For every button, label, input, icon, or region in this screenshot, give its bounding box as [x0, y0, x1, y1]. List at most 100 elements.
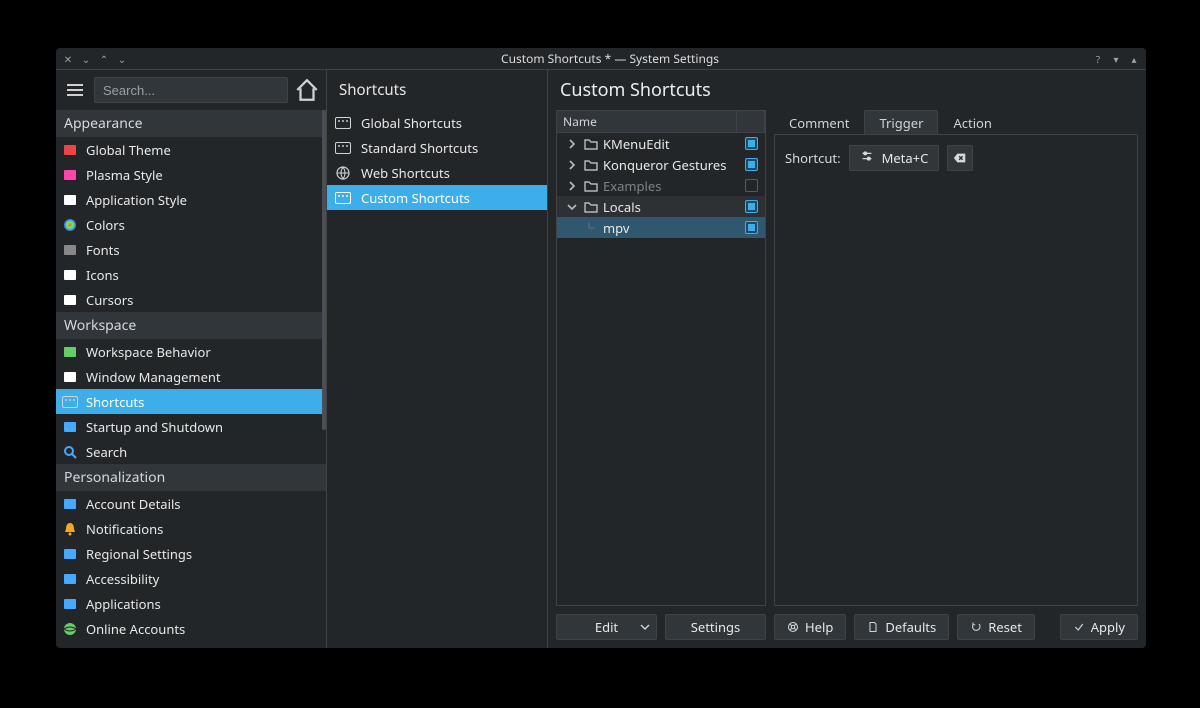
maximize-icon[interactable]: ▴ [1128, 53, 1140, 65]
sidebar-item-shortcuts[interactable]: Shortcuts [56, 389, 326, 414]
subcategory-item-label: Standard Shortcuts [361, 139, 478, 157]
sidebar-item-label: Colors [86, 216, 125, 234]
sidebar-item-label: Account Details [86, 495, 181, 513]
tabs: CommentTriggerAction [774, 110, 1138, 134]
subcategory-item-web-shortcuts[interactable]: Web Shortcuts [327, 160, 547, 185]
chevron-down-icon [640, 618, 650, 636]
tree-header: Name [557, 111, 765, 133]
workspace-behavior-icon [62, 344, 78, 360]
edit-combo[interactable]: Edit [556, 614, 657, 640]
apply-button-label: Apply [1091, 618, 1125, 636]
tree-row-examples[interactable]: Examples [557, 175, 765, 196]
defaults-button-label: Defaults [885, 618, 936, 636]
sidebar-item-label: Window Management [86, 368, 221, 386]
app-style-icon [62, 192, 78, 208]
sidebar-item-label: Regional Settings [86, 545, 192, 563]
sidebar-item-search[interactable]: Search [56, 439, 326, 464]
tab-action[interactable]: Action [938, 110, 1007, 134]
sidebar-item-plasma-style[interactable]: Plasma Style [56, 162, 326, 187]
sidebar-item-user-feedback[interactable]: User Feedback [56, 641, 326, 648]
sidebar-item-label: Accessibility [86, 570, 159, 588]
shade-down-icon[interactable]: ⌄ [80, 53, 92, 65]
sidebar-body: AppearanceGlobal ThemePlasma Style Applic… [56, 110, 326, 648]
reset-button[interactable]: Reset [957, 614, 1035, 640]
sidebar-item-startup-and-shutdown[interactable]: Startup and Shutdown [56, 414, 326, 439]
titlebar-left-controls: ✕ ⌄ ⌃ ⌄ [56, 53, 128, 65]
help-button[interactable]: Help [774, 614, 846, 640]
help-icon[interactable]: ? [1092, 53, 1104, 65]
subcategory-column: Shortcuts Global ShortcutsStandard Short… [327, 70, 548, 648]
home-icon[interactable] [294, 77, 320, 103]
sidebar-item-label: Icons [86, 266, 119, 284]
sidebar-item-cursors[interactable]: Cursors [56, 287, 326, 312]
sidebar-group-appearance: Appearance [56, 110, 326, 137]
enabled-checkbox[interactable] [745, 158, 758, 171]
sidebar-scrollbar[interactable] [322, 110, 326, 648]
tree-row-kmenuedit[interactable]: KMenuEdit [557, 133, 765, 154]
shade-up-icon[interactable]: ⌃ [98, 53, 110, 65]
enabled-checkbox[interactable] [745, 200, 758, 213]
folder-icon [583, 178, 599, 194]
sidebar-item-label: Fonts [86, 241, 120, 259]
window-title: Custom Shortcuts * — System Settings [128, 48, 1092, 70]
sidebar-item-label: Shortcuts [86, 393, 144, 411]
minimize-icon[interactable]: ▾ [1110, 53, 1122, 65]
shortcut-row: Shortcut: Meta+C [785, 145, 1127, 171]
sliders-icon [860, 149, 874, 167]
sidebar-item-applications[interactable]: Applications [56, 591, 326, 616]
chevron-right-icon[interactable] [565, 160, 579, 170]
folder-icon [583, 157, 599, 173]
tree-row-label: KMenuEdit [603, 135, 670, 153]
subcategory-item-custom-shortcuts[interactable]: Custom Shortcuts [327, 185, 547, 210]
sidebar-item-global-theme[interactable]: Global Theme [56, 137, 326, 162]
subcategory-item-standard-shortcuts[interactable]: Standard Shortcuts [327, 135, 547, 160]
sidebar-item-application-style[interactable]: Application Style [56, 187, 326, 212]
chevron-down-icon[interactable] [565, 202, 579, 212]
enabled-checkbox[interactable] [745, 137, 758, 150]
sidebar-item-account-details[interactable]: Account Details [56, 491, 326, 516]
sidebar-item-accessibility[interactable]: Accessibility [56, 566, 326, 591]
settings-button[interactable]: Settings [665, 614, 766, 640]
defaults-button[interactable]: Defaults [854, 614, 949, 640]
sidebar-item-label: Application Style [86, 191, 187, 209]
help-button-label: Help [805, 618, 833, 636]
shortcut-button[interactable]: Meta+C [849, 145, 940, 171]
tree-row-locals[interactable]: Locals [557, 196, 765, 217]
pin-icon[interactable]: ⌄ [116, 53, 128, 65]
tree-header-enabled[interactable] [737, 111, 765, 133]
tab-trigger[interactable]: Trigger [864, 110, 938, 134]
accessibility-icon [62, 571, 78, 587]
subcategory-item-label: Global Shortcuts [361, 114, 462, 132]
sidebar-item-fonts[interactable]: Fonts [56, 237, 326, 262]
keyboard-icon [62, 394, 78, 410]
tree-row-mpv[interactable]: mpv [557, 217, 765, 238]
enabled-checkbox[interactable] [745, 221, 758, 234]
chevron-right-icon[interactable] [565, 181, 579, 191]
tree-row-label: mpv [603, 219, 630, 237]
plasma-style-icon [62, 167, 78, 183]
sidebar-item-window-management[interactable]: Window Management [56, 364, 326, 389]
chevron-right-icon[interactable] [565, 139, 579, 149]
search-input[interactable] [94, 77, 288, 103]
tree-header-name[interactable]: Name [557, 111, 737, 133]
sidebar-item-regional-settings[interactable]: Regional Settings [56, 541, 326, 566]
sidebar-item-online-accounts[interactable]: Online Accounts [56, 616, 326, 641]
apply-button[interactable]: Apply [1060, 614, 1138, 640]
sidebar-item-icons[interactable]: Icons [56, 262, 326, 287]
global-theme-icon [62, 142, 78, 158]
subcategory-item-global-shortcuts[interactable]: Global Shortcuts [327, 110, 547, 135]
shortcut-value: Meta+C [882, 149, 929, 167]
enabled-checkbox[interactable] [745, 179, 758, 192]
sidebar-item-colors[interactable]: Colors [56, 212, 326, 237]
feedback-icon [62, 646, 78, 649]
tab-comment[interactable]: Comment [774, 110, 864, 134]
close-icon[interactable]: ✕ [62, 53, 74, 65]
sidebar-item-notifications[interactable]: Notifications [56, 516, 326, 541]
clear-shortcut-button[interactable] [947, 145, 973, 171]
page-title: Custom Shortcuts [556, 70, 1138, 110]
tree-row-konqueror-gestures[interactable]: Konqueror Gestures [557, 154, 765, 175]
tree-row-label: Locals [603, 198, 641, 216]
hamburger-icon[interactable] [62, 77, 88, 103]
sidebar-item-workspace-behavior[interactable]: Workspace Behavior [56, 339, 326, 364]
sidebar: AppearanceGlobal ThemePlasma Style Applic… [56, 70, 327, 648]
